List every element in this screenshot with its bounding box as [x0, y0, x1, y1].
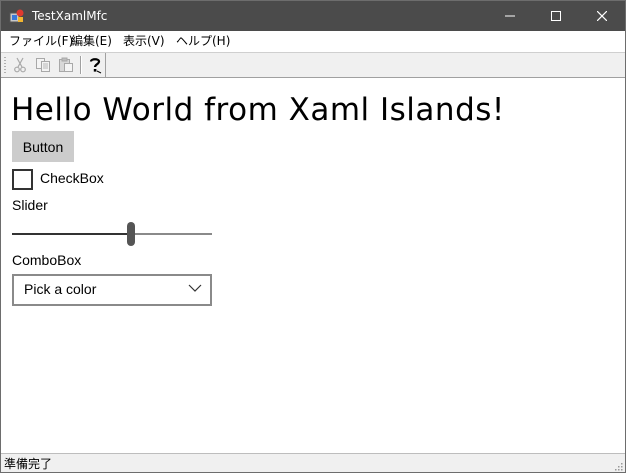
cut-icon	[14, 57, 26, 73]
paste-icon	[59, 57, 73, 72]
window-title: TestXamlMfc	[32, 9, 108, 23]
help-icon	[89, 58, 102, 74]
checkbox-box[interactable]	[12, 169, 33, 190]
menu-edit[interactable]: 編集(E)	[71, 33, 112, 49]
slider[interactable]	[12, 222, 212, 246]
toolbar-grip[interactable]	[4, 57, 6, 73]
maximize-icon	[551, 11, 561, 21]
xaml-island-content: Hello World from Xaml Islands! Button Ch…	[1, 78, 625, 453]
status-text: 準備完了	[4, 457, 53, 471]
chevron-down-icon	[188, 284, 202, 292]
minimize-icon	[505, 15, 515, 17]
resize-grip-icon[interactable]	[613, 461, 623, 471]
hello-heading: Hello World from Xaml Islands!	[11, 92, 505, 128]
status-bar: 準備完了	[1, 453, 625, 472]
color-combobox[interactable]: Pick a color	[12, 274, 212, 306]
xaml-button[interactable]: Button	[12, 131, 74, 162]
close-icon	[597, 11, 607, 21]
menu-file[interactable]: ファイル(F)	[9, 33, 73, 49]
checkbox-label: CheckBox	[40, 170, 104, 186]
slider-thumb[interactable]	[127, 222, 135, 246]
paste-button[interactable]	[56, 55, 76, 75]
toolbar-end-separator	[105, 53, 106, 77]
menu-view[interactable]: 表示(V)	[123, 33, 165, 49]
maximize-button[interactable]	[533, 1, 579, 31]
about-button[interactable]	[85, 55, 105, 75]
toolbar-separator	[80, 56, 82, 74]
app-window: TestXamlMfc ファイル(F) 編集(E) 表示(V) ヘルプ(H) H…	[0, 0, 626, 473]
cut-button[interactable]	[10, 55, 30, 75]
close-button[interactable]	[579, 1, 625, 31]
combobox-placeholder: Pick a color	[24, 281, 97, 297]
menu-help[interactable]: ヘルプ(H)	[176, 33, 230, 49]
combobox-header: ComboBox	[12, 252, 82, 268]
slider-header: Slider	[12, 197, 48, 213]
copy-icon	[36, 58, 50, 72]
toolbar	[1, 52, 625, 78]
menu-bar: ファイル(F) 編集(E) 表示(V) ヘルプ(H)	[1, 31, 625, 51]
title-bar[interactable]: TestXamlMfc	[1, 1, 625, 31]
slider-fill	[12, 233, 127, 235]
app-icon	[9, 9, 24, 23]
minimize-button[interactable]	[487, 1, 533, 31]
copy-button[interactable]	[33, 55, 53, 75]
